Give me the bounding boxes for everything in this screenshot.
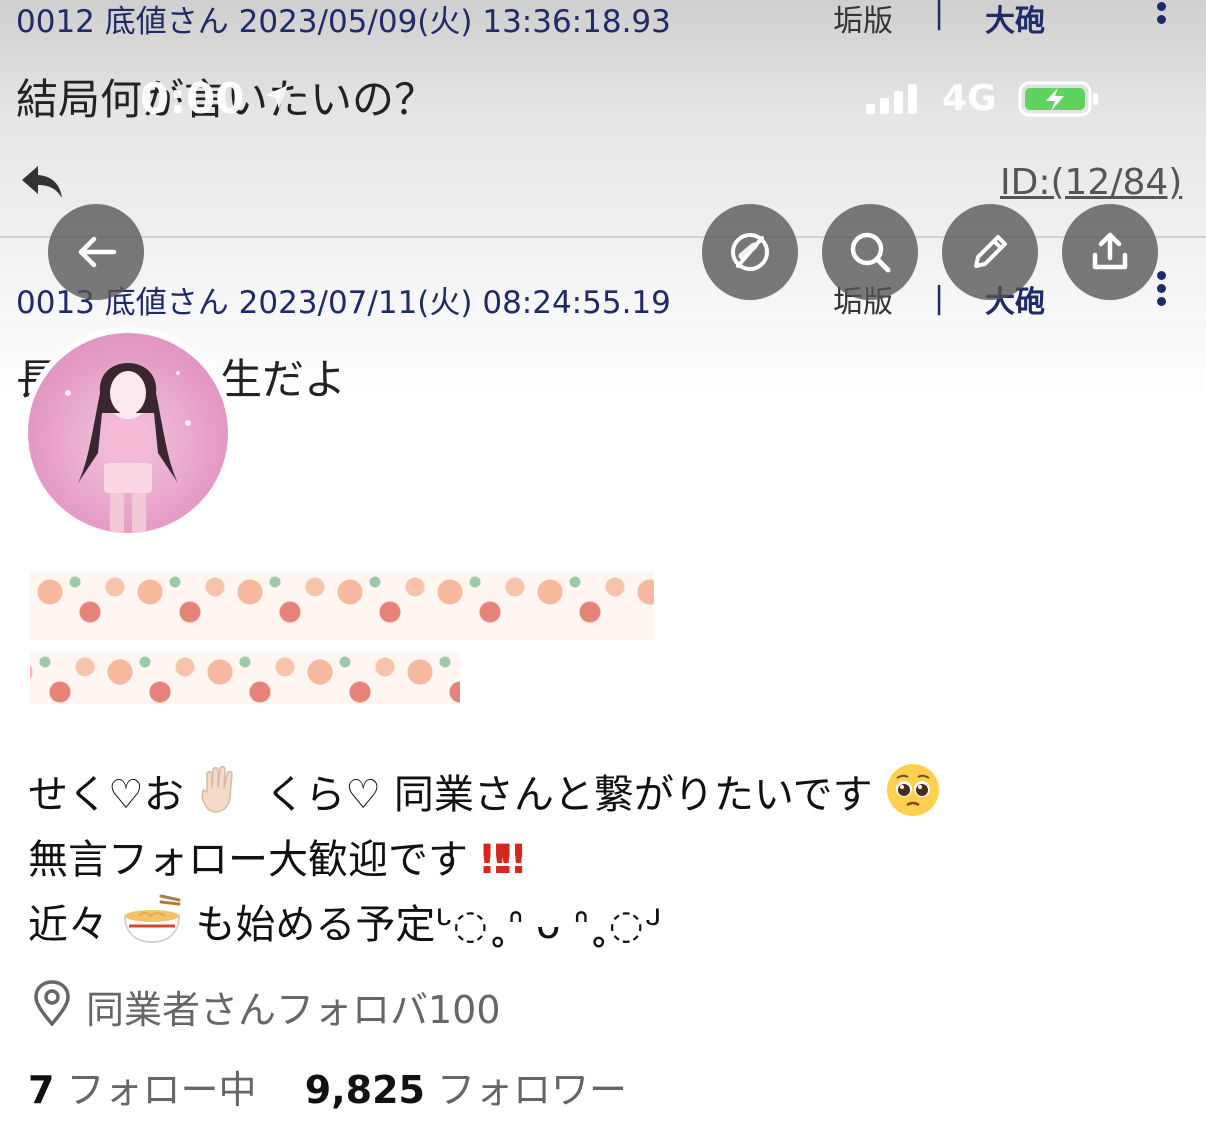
location-arrow-icon xyxy=(262,82,292,116)
ramen-icon xyxy=(121,894,183,956)
post-12-tag-taihou[interactable]: 大砲 xyxy=(985,0,1045,40)
raised-hand-icon xyxy=(197,766,253,824)
pencil-icon xyxy=(974,235,1007,268)
location-pin-icon xyxy=(32,980,72,1030)
post-12-tag-akaban[interactable]: 垢版 xyxy=(833,0,893,40)
share-button[interactable] xyxy=(1062,204,1158,300)
bio-line-2: 無言フォロー大歓迎です ‼‼ xyxy=(28,827,525,885)
post-13-separator: | xyxy=(934,281,945,316)
arrow-left-icon xyxy=(78,236,117,268)
floral-banner-row-1 xyxy=(30,572,654,640)
pleading-face-icon xyxy=(885,762,941,828)
search-button[interactable] xyxy=(822,204,918,300)
following-label: フォロー中 xyxy=(66,1068,257,1112)
network-type: 4G xyxy=(942,78,997,119)
signal-icon xyxy=(864,82,924,120)
bio-line-3: 近々 も始める予定ᒡ◌˳ᐢ ᴗ ᐢ˳◌ᒢ xyxy=(28,892,661,956)
back-button[interactable] xyxy=(48,204,144,300)
followers-count: 9,825 xyxy=(304,1068,425,1112)
share-icon xyxy=(1092,232,1128,270)
post-13-more-icon[interactable] xyxy=(1157,271,1167,310)
search-icon xyxy=(850,232,891,273)
post-12-meta: 0012 底値さん 2023/05/09(火) 13:36:18.93 xyxy=(16,0,671,41)
reply-icon[interactable] xyxy=(20,162,66,206)
post-datetime: 2023/07/11(火) 08:24:55.19 xyxy=(238,285,671,321)
bio-text: も始める予定ᒡ◌˳ᐢ ᴗ ᐢ˳◌ᒢ xyxy=(195,902,662,948)
follow-stats: 7 フォロー中 9,825 フォロワー xyxy=(28,1059,627,1114)
post-datetime: 2023/05/09(火) 13:36:18.93 xyxy=(238,4,671,40)
bio-text: 無言フォロー大歓迎です xyxy=(28,837,468,883)
double-exclamation-icon: ‼‼ xyxy=(480,837,525,883)
bio-text: せく♡お xyxy=(28,772,184,818)
following-count: 7 xyxy=(28,1068,55,1112)
compass-button[interactable] xyxy=(702,204,798,300)
followers-label: フォロワー xyxy=(437,1068,628,1112)
post-author: 底値さん xyxy=(104,4,229,40)
status-time: 0:00 xyxy=(140,74,245,123)
bio-text: くら♡ 同業さんと繋がりたいです xyxy=(265,772,873,818)
post-13-body-end: 生だよ xyxy=(220,355,347,404)
edit-button[interactable] xyxy=(942,204,1038,300)
avatar[interactable] xyxy=(22,327,234,539)
following-link[interactable]: 7 フォロー中 xyxy=(28,1068,269,1112)
post-12-separator: | xyxy=(934,0,945,31)
profile-location: 同業者さんフォロバ100 xyxy=(86,988,501,1032)
compass-icon xyxy=(731,233,769,271)
battery-icon xyxy=(1018,79,1102,123)
id-link[interactable]: ID:(12/84) xyxy=(1000,162,1182,203)
post-number: 0012 xyxy=(16,4,95,40)
bio-line-1: せく♡お くら♡ 同業さんと繋がりたいです xyxy=(28,762,941,828)
post-12-more-icon[interactable] xyxy=(1157,2,1167,28)
followers-link[interactable]: 9,825 フォロワー xyxy=(305,1068,627,1112)
floral-banner-row-2 xyxy=(30,652,460,704)
bio-text: 近々 xyxy=(28,902,108,948)
avatar-illustration xyxy=(28,333,228,533)
